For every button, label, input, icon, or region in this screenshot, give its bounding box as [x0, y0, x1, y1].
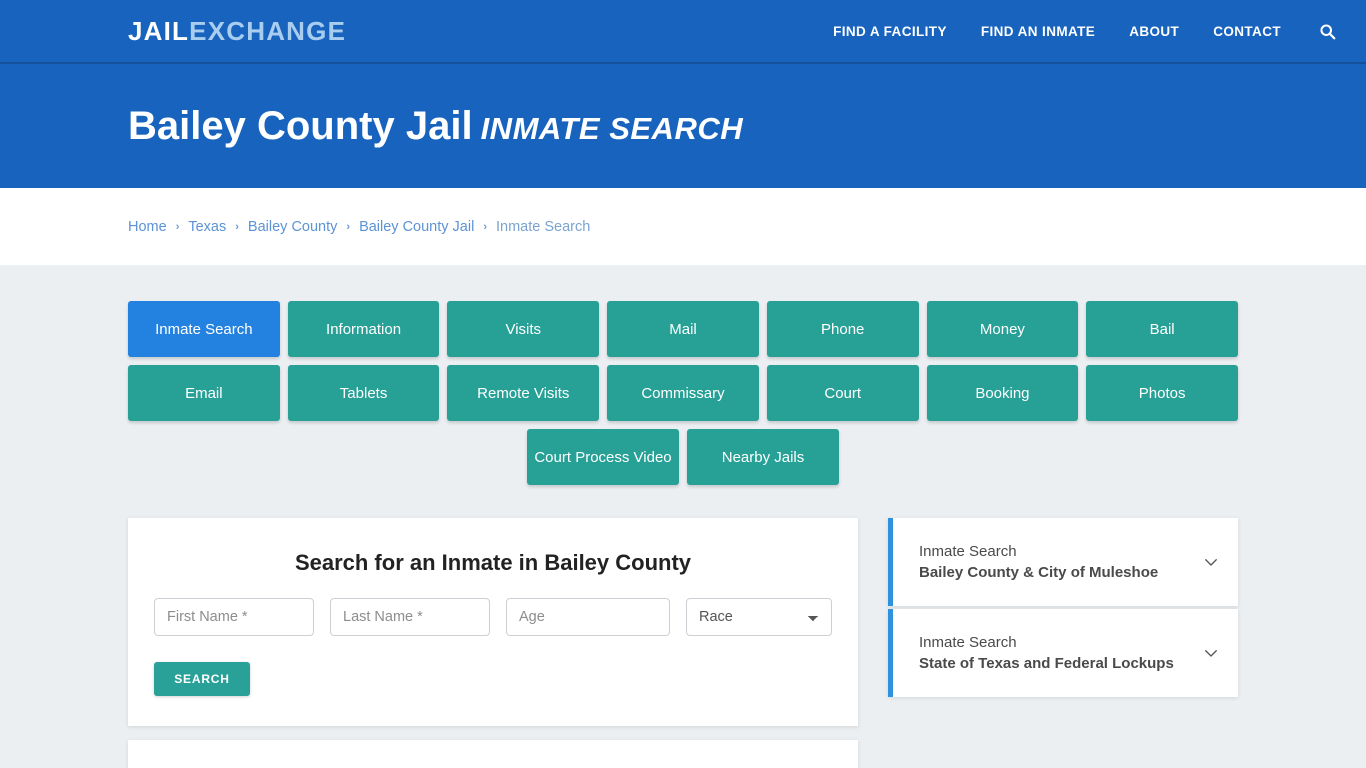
breadcrumb-item-bailey-county[interactable]: Bailey County — [248, 219, 337, 235]
page-title-sub: INMATE SEARCH — [480, 111, 744, 146]
accordion-item-title: Inmate Search — [919, 634, 1017, 651]
lower-section: Search for an Inmate in Bailey County Ra… — [128, 518, 1238, 768]
logo-text-exchange: EXCHANGE — [189, 16, 347, 46]
accordion-item-subtitle: Bailey County & City of Muleshoe — [919, 564, 1159, 581]
logo-text-jail: JAIL — [128, 16, 190, 46]
inmate-search-accordion: Inmate Search Bailey County & City of Mu… — [888, 518, 1238, 697]
hero-banner: Bailey County Jail INMATE SEARCH — [0, 64, 1366, 188]
breadcrumb-item-home[interactable]: Home — [128, 219, 167, 235]
search-icon — [1320, 23, 1336, 39]
tab-visits[interactable]: Visits — [447, 301, 600, 357]
accordion-item-state-search[interactable]: Inmate Search State of Texas and Federal… — [888, 609, 1238, 697]
content-wrapper: Inmate Search Information Visits Mail Ph… — [128, 301, 1238, 768]
nav-link-find-a-facility[interactable]: FIND A FACILITY — [833, 24, 947, 39]
first-name-input[interactable] — [154, 598, 314, 636]
breadcrumb-separator-icon: › — [483, 220, 487, 233]
search-button[interactable]: SEARCH — [154, 662, 250, 696]
tab-bail[interactable]: Bail — [1086, 301, 1238, 357]
tab-commissary[interactable]: Commissary — [607, 365, 759, 421]
tab-mail[interactable]: Mail — [607, 301, 759, 357]
primary-navigation: FIND A FACILITY FIND AN INMATE ABOUT CON… — [833, 23, 1336, 40]
breadcrumb-item-inmate-search: Inmate Search — [495, 218, 591, 235]
breadcrumb-item-texas[interactable]: Texas — [188, 219, 226, 235]
age-input[interactable] — [506, 598, 670, 636]
nav-link-about[interactable]: ABOUT — [1129, 24, 1179, 39]
breadcrumb-separator-icon: › — [235, 220, 239, 233]
breadcrumb: Home › Texas › Bailey County › Bailey Co… — [128, 219, 590, 235]
tab-tablets[interactable]: Tablets — [287, 365, 440, 421]
inmate-search-form: Race — [154, 598, 832, 636]
inmate-search-card: Search for an Inmate in Bailey County Ra… — [128, 518, 858, 726]
breadcrumb-item-bailey-county-jail[interactable]: Bailey County Jail — [359, 219, 474, 235]
page-title-main: Bailey County Jail — [128, 104, 473, 148]
tab-court[interactable]: Court — [766, 365, 919, 421]
accordion-item-subtitle: State of Texas and Federal Lockups — [919, 655, 1174, 672]
left-column: Search for an Inmate in Bailey County Ra… — [128, 518, 858, 768]
tab-money[interactable]: Money — [926, 301, 1079, 357]
tab-court-process-video[interactable]: Court Process Video — [527, 429, 679, 485]
accordion-item-title: Inmate Search — [919, 543, 1017, 560]
chevron-down-icon — [1205, 559, 1217, 566]
right-column: Inmate Search Bailey County & City of Mu… — [888, 518, 1238, 697]
search-card-title: Search for an Inmate in Bailey County — [294, 550, 692, 575]
site-logo[interactable]: JAILEXCHANGE — [128, 18, 346, 44]
site-header: JAILEXCHANGE FIND A FACILITY FIND AN INM… — [0, 0, 1366, 64]
tab-phone[interactable]: Phone — [766, 301, 919, 357]
facility-tabs-row-2: Email Tablets Remote Visits Commissary C… — [128, 365, 1238, 421]
tab-photos[interactable]: Photos — [1086, 365, 1238, 421]
page-title: Bailey County Jail INMATE SEARCH — [128, 106, 743, 146]
facility-tabs-row-1: Inmate Search Information Visits Mail Ph… — [128, 301, 1238, 357]
tab-nearby-jails[interactable]: Nearby Jails — [687, 429, 839, 485]
breadcrumb-separator-icon: › — [346, 220, 351, 233]
nav-link-find-an-inmate[interactable]: FIND AN INMATE — [981, 24, 1095, 39]
race-select[interactable]: Race — [686, 598, 832, 636]
chevron-down-icon — [1205, 650, 1217, 657]
facility-tabs-row-3: Court Process Video Nearby Jails — [128, 429, 1238, 485]
accordion-item-county-search[interactable]: Inmate Search Bailey County & City of Mu… — [888, 518, 1238, 606]
accordion-item-text: Inmate Search State of Texas and Federal… — [919, 632, 1192, 674]
secondary-results-card — [128, 740, 858, 768]
tab-remote-visits[interactable]: Remote Visits — [447, 365, 600, 421]
last-name-input[interactable] — [330, 598, 490, 636]
tab-booking[interactable]: Booking — [926, 365, 1079, 421]
tab-information[interactable]: Information — [287, 301, 440, 357]
tab-email[interactable]: Email — [128, 365, 280, 421]
breadcrumb-bar: Home › Texas › Bailey County › Bailey Co… — [0, 188, 1366, 265]
page-body: Inmate Search Information Visits Mail Ph… — [0, 265, 1366, 768]
tab-inmate-search[interactable]: Inmate Search — [128, 301, 280, 357]
header-search-button[interactable] — [1319, 23, 1336, 40]
nav-link-contact[interactable]: CONTACT — [1213, 24, 1281, 39]
accordion-item-text: Inmate Search Bailey County & City of Mu… — [919, 541, 1192, 583]
breadcrumb-separator-icon: › — [175, 220, 180, 233]
